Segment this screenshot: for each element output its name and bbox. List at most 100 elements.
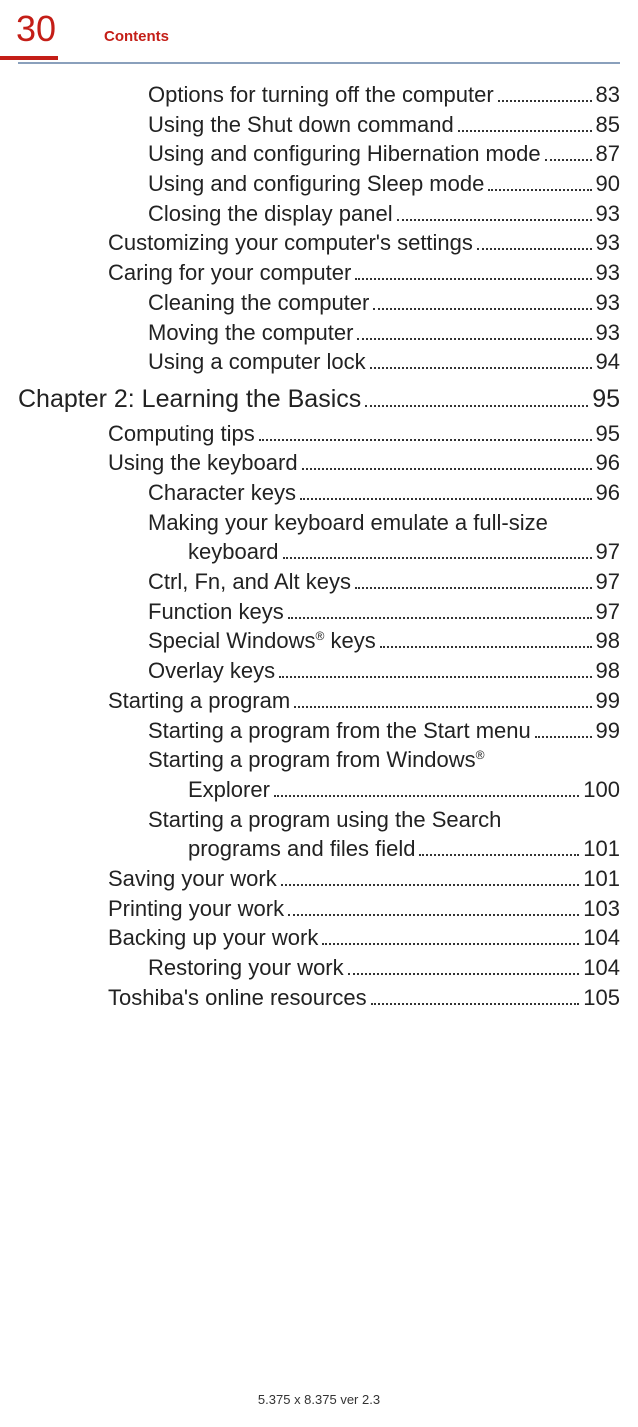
toc-entry-page: 104	[583, 923, 620, 953]
toc-entry-text: Moving the computer	[148, 318, 353, 348]
toc-leader-dots	[279, 676, 591, 678]
toc-entry-page: 100	[583, 775, 620, 805]
toc-entry-continuation: programs and files field 101	[18, 834, 620, 864]
toc-entry-page: 101	[583, 864, 620, 894]
toc-entry-continuation: keyboard97	[18, 537, 620, 567]
toc-entry-page: 98	[596, 656, 620, 686]
toc-chapter: Chapter 2: Learning the Basics 95	[18, 383, 620, 417]
toc-entry-text: Closing the display panel	[148, 199, 393, 229]
toc-entry: Computing tips 95	[18, 419, 620, 449]
toc-entry-page: 87	[596, 139, 620, 169]
toc-entry-text: Cleaning the computer	[148, 288, 369, 318]
toc-entry: Starting a program from Windows®	[18, 745, 620, 775]
toc-entry-page: 105	[583, 983, 620, 1013]
toc-leader-dots	[458, 130, 592, 132]
toc-entry: Customizing your computer's settings 93	[18, 228, 620, 258]
toc-leader-dots	[355, 278, 591, 280]
toc-entry-page: 90	[596, 169, 620, 199]
toc-entry: Using the keyboard96	[18, 448, 620, 478]
toc-entry-page: 93	[596, 199, 620, 229]
toc-entry-page: 97	[596, 597, 620, 627]
toc-entry-text: Chapter 2: Learning the Basics	[18, 383, 361, 417]
toc-entry-page: 96	[596, 478, 620, 508]
toc-entry-text: Using and configuring Sleep mode	[148, 169, 484, 199]
toc-leader-dots	[365, 405, 588, 407]
toc-leader-dots	[288, 617, 592, 619]
toc-entry-text: Starting a program from Windows®	[148, 745, 485, 775]
toc-entry: Using and configuring Sleep mode 90	[18, 169, 620, 199]
toc-entry: Special Windows® keys 98	[18, 626, 620, 656]
toc-entry-page: 95	[596, 419, 620, 449]
toc-entry-page: 98	[596, 626, 620, 656]
toc-leader-dots	[322, 943, 579, 945]
toc-entry: Options for turning off the computer 83	[18, 80, 620, 110]
toc-leader-dots	[373, 308, 591, 310]
header-accent-bar	[0, 56, 58, 60]
toc-entry: Using a computer lock94	[18, 347, 620, 377]
toc-entry-text: Saving your work	[108, 864, 277, 894]
toc-entry-page: 101	[583, 834, 620, 864]
toc-entry-text: Computing tips	[108, 419, 255, 449]
toc-leader-dots	[419, 854, 579, 856]
toc-entry: Using the Shut down command 85	[18, 110, 620, 140]
toc-leader-dots	[259, 439, 592, 441]
toc-entry: Making your keyboard emulate a full-size	[18, 508, 620, 538]
toc-entry: Moving the computer93	[18, 318, 620, 348]
toc-entry-text: Caring for your computer	[108, 258, 351, 288]
toc-entry-page: 103	[583, 894, 620, 924]
toc-entry: Closing the display panel 93	[18, 199, 620, 229]
toc-entry: Ctrl, Fn, and Alt keys97	[18, 567, 620, 597]
toc-entry: Cleaning the computer93	[18, 288, 620, 318]
toc-leader-dots	[288, 914, 579, 916]
toc-leader-dots	[294, 706, 591, 708]
contents-title: Contents	[104, 28, 169, 45]
toc-entry-text: Starting a program	[108, 686, 290, 716]
toc-entry-page: 97	[596, 537, 620, 567]
toc-leader-dots	[274, 795, 579, 797]
toc-entry-text: Starting a program from the Start menu	[148, 716, 531, 746]
toc-leader-dots	[371, 1003, 580, 1005]
toc-entry: Function keys 97	[18, 597, 620, 627]
toc-entry-page: 85	[596, 110, 620, 140]
toc-leader-dots	[477, 248, 592, 250]
toc-entry-text: Using a computer lock	[148, 347, 366, 377]
toc-entry: Toshiba's online resources105	[18, 983, 620, 1013]
toc-entry: Using and configuring Hibernation mode 87	[18, 139, 620, 169]
toc-leader-dots	[535, 736, 592, 738]
toc-leader-dots	[355, 587, 592, 589]
toc-entry-page: 93	[596, 228, 620, 258]
toc-entry-text: programs and files field	[188, 834, 415, 864]
toc-leader-dots	[357, 338, 591, 340]
toc-leader-dots	[302, 468, 592, 470]
toc-entry-text: Using the keyboard	[108, 448, 298, 478]
toc-entry-page: 93	[596, 258, 620, 288]
toc-entry: Starting a program using the Search	[18, 805, 620, 835]
toc-entry-text: Using the Shut down command	[148, 110, 454, 140]
toc-entry: Caring for your computer 93	[18, 258, 620, 288]
toc-leader-dots	[281, 884, 580, 886]
toc-entry-text: Special Windows® keys	[148, 626, 376, 656]
toc-leader-dots	[488, 189, 591, 191]
toc-entry-page: 83	[596, 80, 620, 110]
toc-entry-text: Customizing your computer's settings	[108, 228, 473, 258]
toc-leader-dots	[300, 498, 592, 500]
toc-entry-continuation: Explorer 100	[18, 775, 620, 805]
toc-leader-dots	[545, 159, 592, 161]
toc-entry-text: Using and configuring Hibernation mode	[148, 139, 541, 169]
toc-leader-dots	[380, 646, 592, 648]
toc-entry: Starting a program from the Start menu99	[18, 716, 620, 746]
toc-leader-dots	[498, 100, 592, 102]
table-of-contents: Options for turning off the computer83Us…	[18, 80, 620, 1012]
toc-entry-text: Backing up your work	[108, 923, 318, 953]
toc-leader-dots	[348, 973, 580, 975]
toc-entry-text: Options for turning off the computer	[148, 80, 494, 110]
toc-leader-dots	[370, 367, 592, 369]
toc-entry-text: Function keys	[148, 597, 284, 627]
toc-entry: Starting a program99	[18, 686, 620, 716]
toc-entry-text: Printing your work	[108, 894, 284, 924]
toc-entry-text: Explorer	[188, 775, 270, 805]
page-number: 30	[16, 8, 90, 50]
toc-entry-page: 95	[592, 383, 620, 417]
toc-entry: Restoring your work104	[18, 953, 620, 983]
header-divider	[18, 62, 620, 64]
